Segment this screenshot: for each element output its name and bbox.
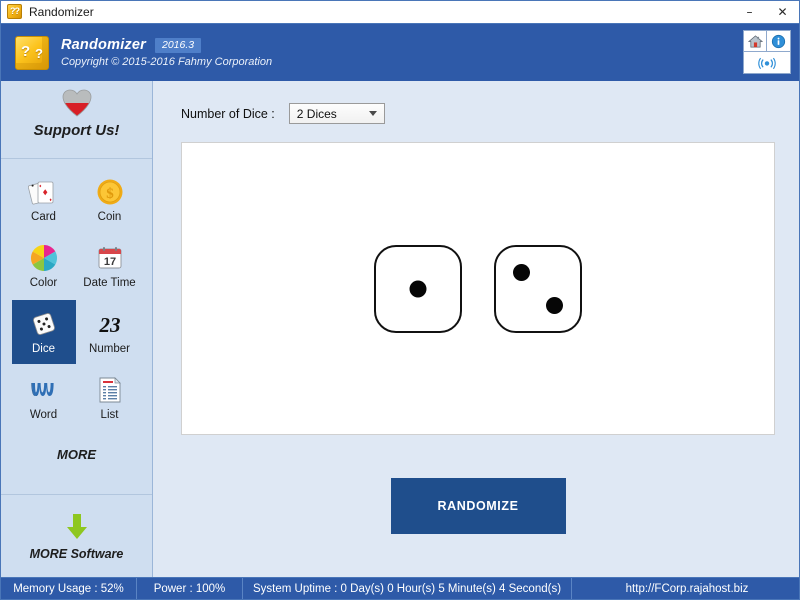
list-icon (98, 375, 122, 405)
home-button[interactable] (743, 30, 767, 52)
app-header-texts: Randomizer 2016.3 Copyright © 2015-2016 … (61, 37, 272, 68)
app-name: Randomizer (61, 37, 146, 53)
more-software-label: MORE Software (29, 547, 124, 561)
dice-icon (29, 309, 59, 339)
sidebar-item-label: Number (89, 343, 130, 355)
window-icon: ?? (7, 4, 23, 20)
dice-count-label: Number of Dice : (181, 106, 275, 121)
dice-count-select[interactable]: 2 Dices (288, 103, 385, 124)
window-controls: – ✕ (733, 1, 799, 23)
die-1 (374, 244, 462, 333)
app-header: ?? Randomizer 2016.3 Copyright © 2015-20… (1, 23, 799, 81)
sidebar-item-label: Card (31, 211, 56, 223)
close-button[interactable]: ✕ (766, 1, 799, 23)
broadcast-icon (758, 57, 776, 69)
minimize-button[interactable]: – (733, 1, 766, 23)
color-wheel-icon (30, 243, 58, 273)
sidebar: Support Us! Card $ Coin Color 17 Date Ti… (1, 81, 153, 577)
website-url-status[interactable]: http://FCorp.rajahost.biz (572, 578, 800, 599)
sidebar-item-coin[interactable]: $ Coin (78, 168, 142, 232)
sidebar-item-list[interactable]: List (78, 366, 142, 430)
randomize-row: RANDOMIZE (181, 435, 775, 577)
number-icon: 23 (93, 309, 127, 339)
word-icon (29, 375, 59, 405)
sidebar-item-date-time[interactable]: 17 Date Time (78, 234, 142, 298)
dice-count-row: Number of Dice : 2 Dices (181, 103, 775, 124)
svg-text:$: $ (106, 186, 114, 202)
sidebar-item-card[interactable]: Card (12, 168, 76, 232)
sidebar-item-word[interactable]: Word (12, 366, 76, 430)
title-bar: ?? Randomizer – ✕ (1, 1, 799, 23)
heart-icon (62, 89, 92, 117)
playing-cards-icon (27, 177, 60, 207)
coin-icon: $ (96, 177, 124, 207)
die-2 (494, 244, 582, 333)
dice-count-value: 2 Dices (296, 106, 337, 121)
more-software-button[interactable]: MORE Software (1, 495, 152, 577)
version-badge: 2016.3 (155, 37, 202, 53)
window-body: Support Us! Card $ Coin Color 17 Date Ti… (1, 81, 799, 577)
chevron-down-icon (368, 111, 377, 116)
power-status: Power : 100% (137, 578, 243, 599)
sidebar-item-label: List (100, 409, 119, 421)
copyright-text: Copyright © 2015-2016 Fahmy Corporation (61, 56, 273, 68)
support-us-button[interactable]: Support Us! (1, 81, 152, 159)
sidebar-item-label: Coin (97, 211, 122, 223)
svg-text:23: 23 (98, 313, 120, 337)
pip (513, 263, 530, 281)
pip (546, 296, 563, 314)
sidebar-item-dice[interactable]: Dice (11, 300, 76, 364)
main-content: Number of Dice : 2 Dices RANDOMIZE (153, 81, 799, 577)
randomize-button[interactable]: RANDOMIZE (390, 478, 566, 534)
sidebar-item-label: Date Time (83, 277, 136, 289)
more-button[interactable]: MORE (57, 447, 96, 462)
sidebar-item-number[interactable]: 23 Number (78, 300, 142, 364)
download-arrow-icon (66, 514, 87, 539)
uptime-status: System Uptime : 0 Day(s) 0 Hour(s) 5 Min… (243, 578, 573, 599)
window-title: Randomizer (29, 5, 94, 19)
dice-display-panel (181, 142, 775, 435)
status-bar: Memory Usage : 52% Power : 100% System U… (1, 577, 799, 599)
broadcast-button[interactable] (743, 52, 791, 74)
sidebar-item-label: Color (29, 277, 58, 289)
calendar-icon: 17 (96, 243, 124, 273)
support-us-label: Support Us! (33, 122, 120, 139)
home-icon (747, 34, 763, 47)
sidebar-item-label: Dice (31, 343, 55, 355)
memory-usage-status: Memory Usage : 52% (1, 578, 137, 599)
cube-question-icon: ?? (15, 35, 49, 70)
cube-question-icon: ?? (7, 4, 22, 19)
info-icon (771, 34, 786, 48)
randomizer-window: ?? Randomizer – ✕ ?? Randomizer 2016.3 C… (0, 0, 800, 600)
sidebar-items-grid: Card $ Coin Color 17 Date Time Dice 23 N… (1, 159, 152, 494)
calendar-day-text: 17 (103, 256, 115, 268)
header-tool-buttons (743, 30, 791, 74)
pip (409, 280, 427, 297)
sidebar-item-label: Word (29, 409, 58, 421)
sidebar-item-color[interactable]: Color (12, 234, 76, 298)
info-button[interactable] (767, 30, 791, 52)
